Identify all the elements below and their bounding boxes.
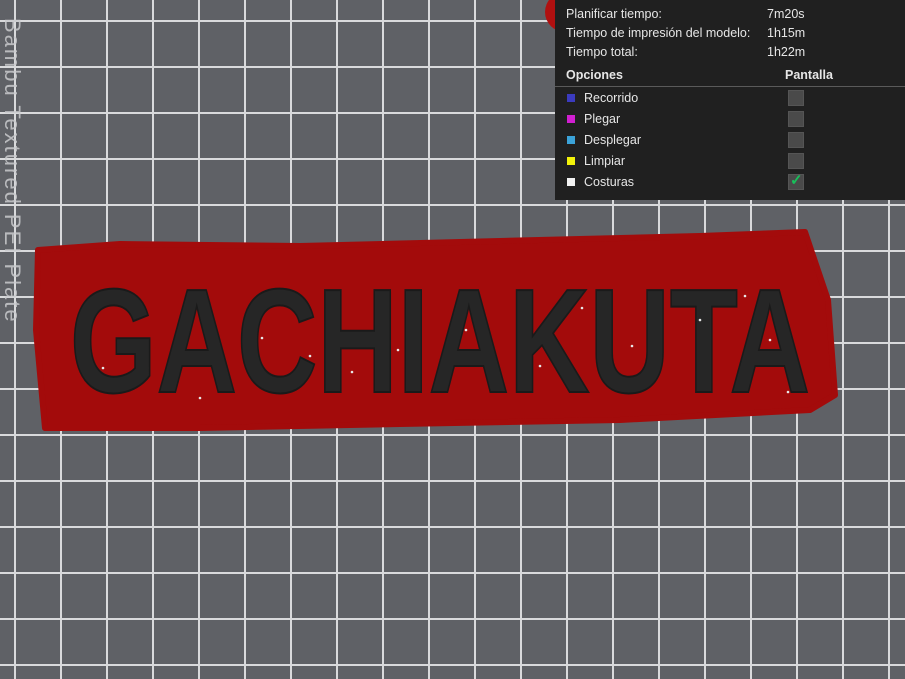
option-retract: Plegar [566, 110, 896, 128]
option-deretract: Desplegar [566, 131, 896, 149]
option-label: Costuras [584, 175, 635, 189]
model-text: GACHIAKUTA [70, 259, 810, 424]
stat-label: Tiempo total: [566, 45, 638, 59]
stat-value: 7m20s [767, 7, 805, 21]
travel-color-swatch [567, 94, 575, 102]
stat-model-print-time: Tiempo de impresión del modelo: 1h15m [566, 24, 896, 42]
wipe-display-checkbox[interactable] [788, 153, 804, 169]
option-label: Recorrido [584, 91, 639, 105]
stat-plan-time: Planificar tiempo: 7m20s [566, 5, 896, 23]
option-label: Limpiar [584, 154, 625, 168]
seams-display-checkbox[interactable] [788, 172, 804, 190]
display-column-label: Pantalla [785, 68, 833, 82]
retract-display-checkbox[interactable] [788, 111, 804, 127]
deretract-color-swatch [567, 136, 575, 144]
options-divider [555, 86, 905, 87]
wipe-color-swatch [567, 157, 575, 165]
stat-value: 1h22m [767, 45, 806, 59]
slice-stats-panel: Planificar tiempo: 7m20s Tiempo de impre… [555, 0, 905, 200]
travel-display-checkbox[interactable] [788, 90, 804, 106]
option-label: Plegar [584, 112, 621, 126]
options-header: Opciones Pantalla [566, 66, 896, 84]
option-wipe: Limpiar [566, 152, 896, 170]
option-travel: Recorrido [566, 89, 896, 107]
option-seams: Costuras [566, 172, 896, 191]
option-label: Desplegar [584, 133, 641, 147]
seams-color-swatch [567, 178, 575, 186]
stat-value: 1h15m [767, 26, 806, 40]
options-column-label: Opciones [566, 68, 623, 82]
stat-label: Planificar tiempo: [566, 7, 662, 21]
deretract-display-checkbox[interactable] [788, 132, 804, 148]
stat-total-time: Tiempo total: 1h22m [566, 43, 896, 61]
retract-color-swatch [567, 115, 575, 123]
stat-label: Tiempo de impresión del modelo: [566, 26, 751, 40]
